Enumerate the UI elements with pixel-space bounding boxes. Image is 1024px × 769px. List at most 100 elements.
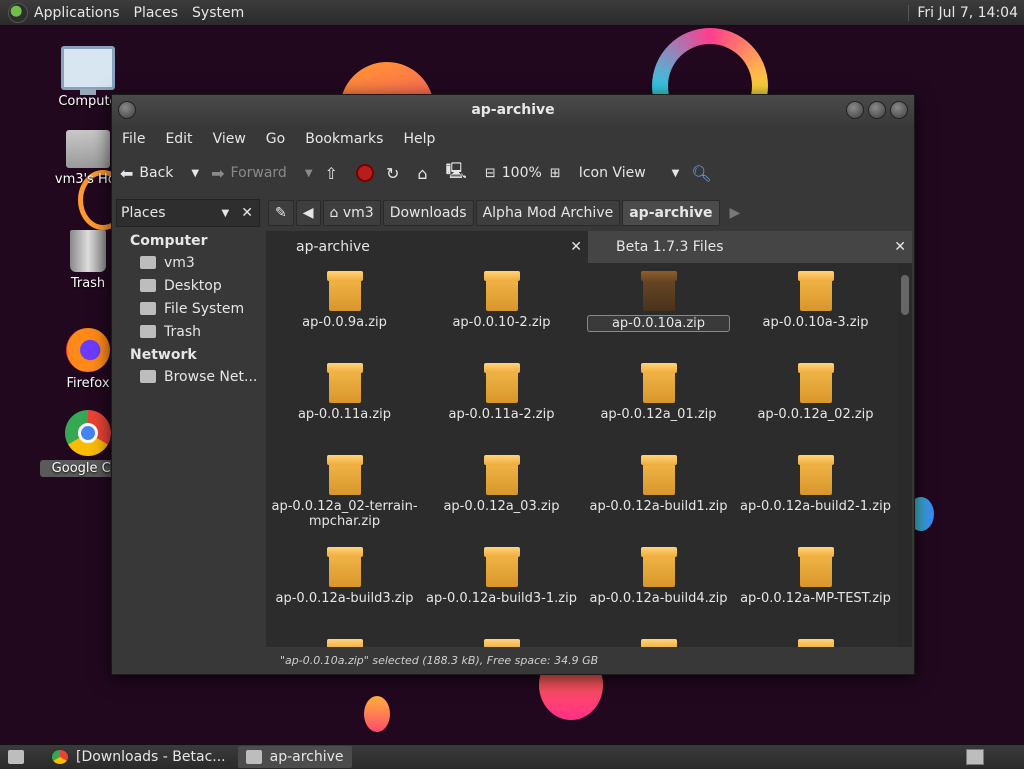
forward-arrow-icon: ➡: [211, 163, 225, 183]
sidebar-item-trash[interactable]: Trash: [116, 320, 264, 343]
tab-ap-archive[interactable]: ap-archive ✕: [266, 231, 588, 263]
file-item[interactable]: ap-0.0.11a-2.zip: [423, 361, 580, 443]
distro-logo-icon[interactable]: [8, 2, 28, 23]
sidebar-item-vm3[interactable]: vm3: [116, 251, 264, 274]
file-item[interactable]: ap-0.0.12a-build2-1.zip: [737, 453, 894, 535]
sidebar-item-label: Desktop: [164, 277, 222, 294]
menu-go[interactable]: Go: [256, 131, 295, 147]
breadcrumb-forward-icon[interactable]: ▶: [730, 205, 741, 221]
file-item[interactable]: ap-0.0.10a.zip: [580, 269, 737, 351]
back-history-dropdown-icon[interactable]: ▼: [191, 168, 199, 179]
file-item[interactable]: ap-0.0.10-2.zip: [423, 269, 580, 351]
breadcrumb-ap-archive[interactable]: ap-archive: [622, 200, 720, 226]
menu-places[interactable]: Places: [134, 5, 179, 21]
window-titlebar[interactable]: ap-archive: [112, 95, 914, 125]
tab-label: ap-archive: [296, 239, 370, 255]
zip-archive-icon: [640, 363, 677, 403]
menu-help[interactable]: Help: [393, 131, 445, 147]
file-item[interactable]: ap-0.0.12a_02-terrain-mpchar.zip: [266, 453, 423, 535]
scrollbar-thumb[interactable]: [901, 275, 909, 315]
edit-location-icon[interactable]: ✎: [268, 200, 294, 226]
file-item[interactable]: ap-0.0.12a-MP-TEST.zip: [737, 545, 894, 627]
forward-button[interactable]: ➡ Forward ▼: [211, 164, 312, 183]
file-item[interactable]: ap-0.0.12a_02.zip: [737, 361, 894, 443]
file-item[interactable]: ap-0.0.9a.zip: [266, 269, 423, 351]
file-name: ap-0.0.10a-3.zip: [762, 315, 869, 330]
home-button[interactable]: ⌂: [417, 164, 433, 183]
breadcrumb-back-icon[interactable]: ◀: [295, 200, 321, 226]
sidebar-item-desktop[interactable]: Desktop: [116, 274, 264, 297]
search-button[interactable]: 🔍︎: [691, 164, 717, 183]
zoom-control[interactable]: ⊟ 100% ⊞: [485, 165, 567, 181]
file-item[interactable]: ap-0.0.12a_03.zip: [423, 453, 580, 535]
file-item[interactable]: [423, 637, 580, 647]
menu-system[interactable]: System: [192, 5, 244, 21]
file-item[interactable]: [580, 637, 737, 647]
zoom-out-icon[interactable]: ⊟: [485, 166, 496, 181]
reload-button[interactable]: ↻: [386, 164, 405, 183]
sidebar-selector[interactable]: Places ▼ ✕: [116, 199, 260, 227]
minimize-button[interactable]: [846, 101, 864, 119]
file-name: ap-0.0.12a-build3.zip: [275, 591, 414, 606]
zoom-in-icon[interactable]: ⊞: [550, 166, 561, 181]
clock[interactable]: Fri Jul 7, 14:04: [908, 4, 1018, 21]
file-item[interactable]: ap-0.0.10a-3.zip: [737, 269, 894, 351]
up-arrow-icon: ⇧: [324, 163, 338, 183]
bottom-panel: [Downloads - Betac... ap-archive: [0, 744, 1024, 769]
trash-icon: [70, 230, 106, 272]
firefox-icon: [66, 328, 110, 372]
file-item[interactable]: ap-0.0.12a-build3-1.zip: [423, 545, 580, 627]
sidebar-item-file-system[interactable]: File System: [116, 297, 264, 320]
file-item[interactable]: ap-0.0.12a-build4.zip: [580, 545, 737, 627]
breadcrumb-downloads[interactable]: Downloads: [382, 200, 474, 226]
file-name: ap-0.0.10a.zip: [586, 315, 731, 332]
breadcrumb-alpha-mod-archive[interactable]: Alpha Mod Archive: [475, 200, 621, 226]
computer-button[interactable]: 🖳: [446, 160, 473, 187]
taskbar-item-chrome[interactable]: [Downloads - Betac...: [44, 746, 234, 768]
file-item[interactable]: ap-0.0.12a-build3.zip: [266, 545, 423, 627]
file-item[interactable]: [266, 637, 423, 647]
forward-history-dropdown-icon[interactable]: ▼: [305, 168, 313, 179]
zip-archive-icon: [640, 271, 677, 311]
computer-icon: [61, 46, 115, 95]
sidebar: Computer vm3 Desktop File System Trash N…: [116, 229, 264, 657]
menu-file[interactable]: File: [112, 131, 155, 147]
window-menu-button[interactable]: [118, 101, 136, 119]
breadcrumb-vm3[interactable]: ⌂ vm3: [322, 200, 381, 226]
file-grid: ap-0.0.9a.zip ap-0.0.10-2.zip ap-0.0.10a.z…: [266, 269, 894, 647]
top-panel: Applications Places System Fri Jul 7, 14…: [0, 0, 1024, 26]
menu-view[interactable]: View: [203, 131, 256, 147]
file-item[interactable]: [737, 637, 894, 647]
sidebar-item-browse-network[interactable]: Browse Net...: [116, 365, 264, 388]
home-icon: ⌂: [417, 163, 428, 183]
search-icon: 🔍︎: [691, 163, 712, 183]
file-name: ap-0.0.12a-build3-1.zip: [426, 591, 577, 606]
back-button[interactable]: ⬅ Back ▼: [120, 164, 199, 183]
close-sidebar-icon[interactable]: ✕: [241, 205, 253, 221]
home-folder-icon: [140, 256, 156, 269]
up-button[interactable]: ⇧: [325, 164, 344, 183]
scrollbar[interactable]: [898, 263, 912, 647]
taskbar-item-ap-archive[interactable]: ap-archive: [237, 746, 352, 768]
menu-bar: File Edit View Go Bookmarks Help: [112, 125, 914, 153]
view-mode-select[interactable]: Icon View ▼: [579, 165, 680, 181]
sidebar-item-label: Trash: [164, 323, 201, 340]
workspace-switcher[interactable]: [966, 749, 984, 765]
file-item[interactable]: ap-0.0.12a-build1.zip: [580, 453, 737, 535]
close-tab-icon[interactable]: ✕: [570, 231, 582, 263]
menu-bookmarks[interactable]: Bookmarks: [295, 131, 393, 147]
tab-beta-files[interactable]: Beta 1.7.3 Files ✕: [588, 231, 912, 263]
close-button[interactable]: [890, 101, 908, 119]
stop-icon: [355, 164, 374, 182]
stop-button[interactable]: [355, 164, 374, 182]
file-name: ap-0.0.12a-build4.zip: [589, 591, 728, 606]
menu-applications[interactable]: Applications: [34, 5, 120, 21]
maximize-button[interactable]: [868, 101, 886, 119]
file-item[interactable]: ap-0.0.12a_01.zip: [580, 361, 737, 443]
menu-edit[interactable]: Edit: [155, 131, 202, 147]
close-tab-icon[interactable]: ✕: [894, 231, 906, 263]
file-view[interactable]: ap-0.0.9a.zip ap-0.0.10-2.zip ap-0.0.10a.z…: [266, 263, 912, 647]
zip-archive-icon: [640, 547, 677, 587]
show-desktop-button[interactable]: [0, 746, 40, 768]
file-item[interactable]: ap-0.0.11a.zip: [266, 361, 423, 443]
